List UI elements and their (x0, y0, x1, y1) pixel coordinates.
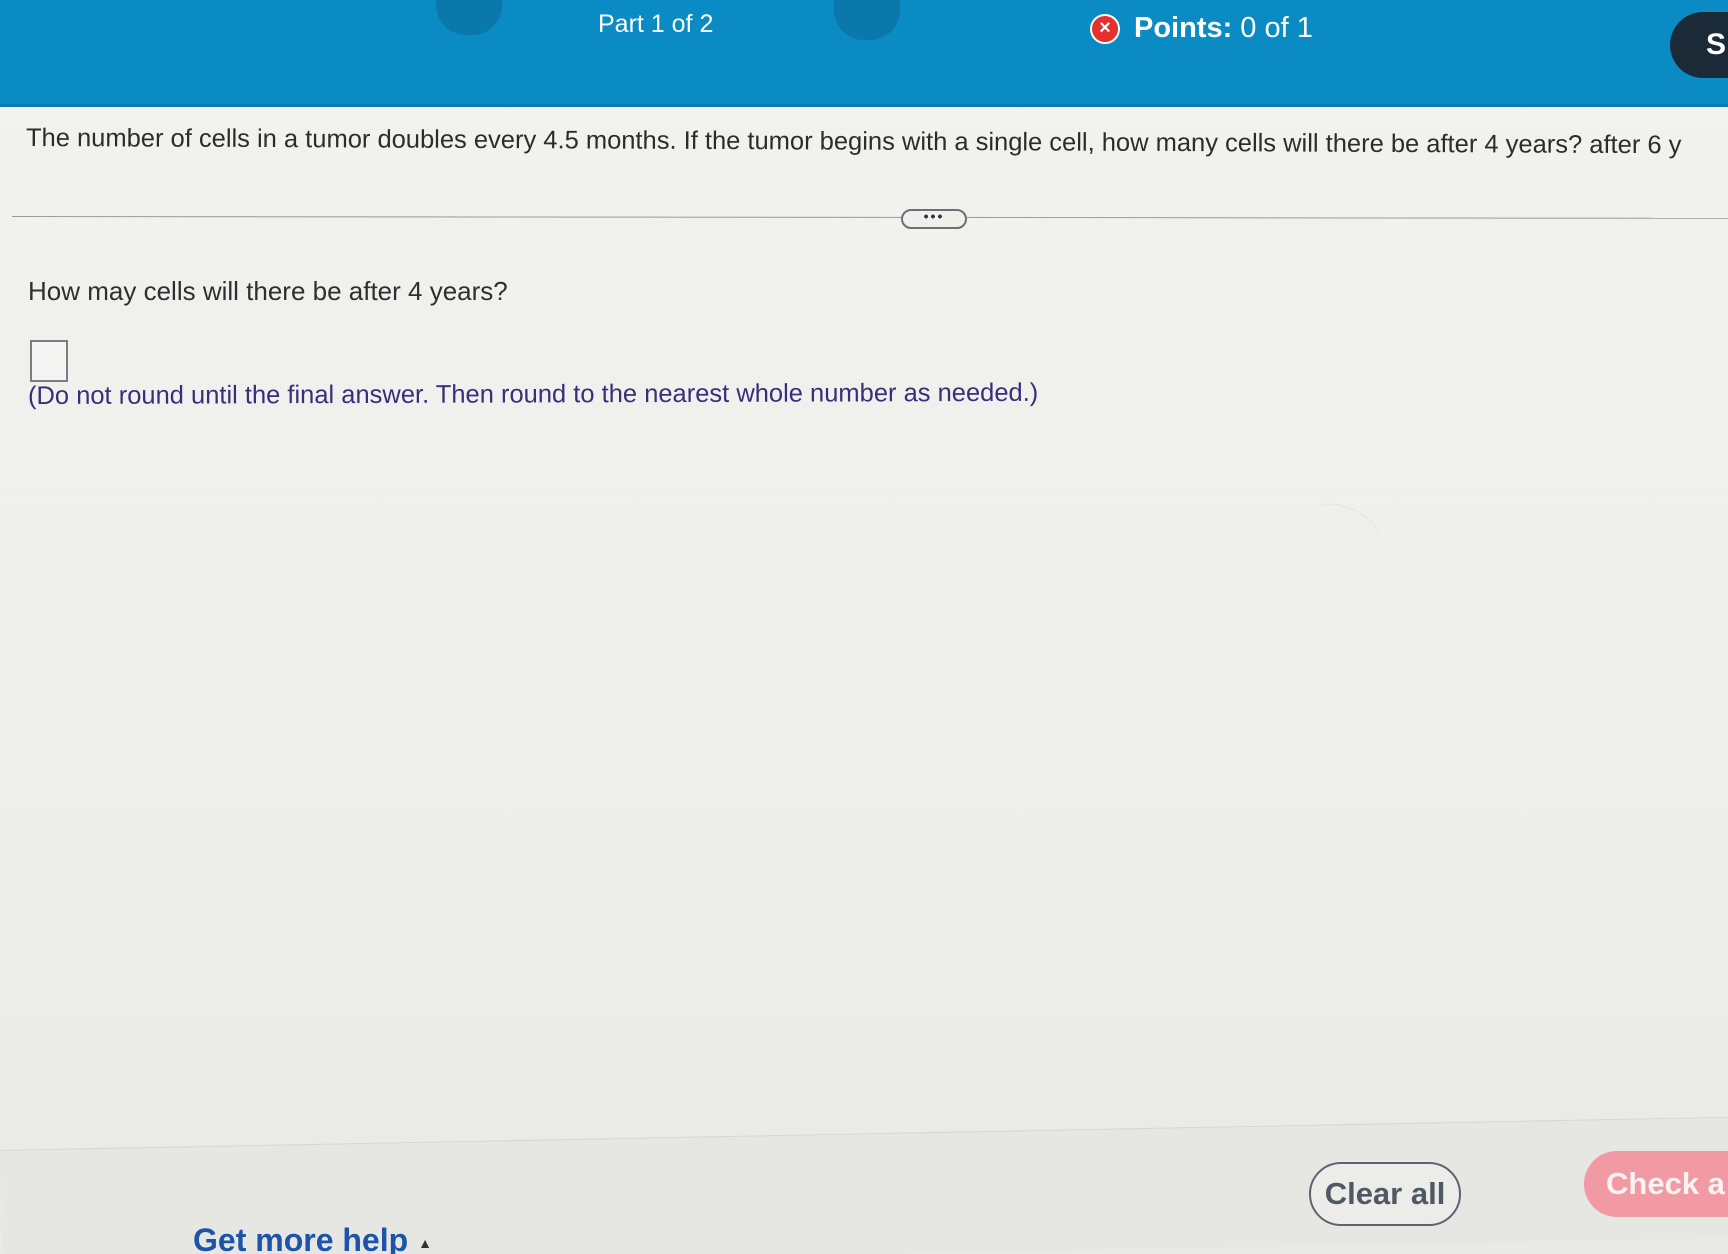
part-label: Part 1 of 2 (598, 10, 714, 38)
points-label: Points: (1134, 12, 1233, 44)
get-more-help-label: Get more help (193, 1222, 409, 1254)
chevron-right-icon: › (862, 0, 871, 6)
screen-glare (1292, 489, 1388, 572)
page: ‹ Part 1 of 2 › × Points: 0 of 1 S The n… (0, 0, 1728, 1254)
previous-question-button[interactable]: ‹ (436, 0, 502, 35)
clear-all-button[interactable]: Clear all (1309, 1162, 1461, 1226)
question-text: The number of cells in a tumor doubles e… (25, 124, 1682, 160)
subquestion-text: How may cells will there be after 4 year… (28, 276, 508, 306)
rounding-instructions: (Do not round until the final answer. Th… (27, 378, 1039, 410)
incorrect-icon: × (1090, 13, 1120, 44)
check-answer-button[interactable]: Check a (1584, 1151, 1728, 1217)
points-status: × Points: 0 of 1 (1090, 12, 1313, 45)
header-bar: ‹ Part 1 of 2 › × Points: 0 of 1 S (0, 0, 1728, 107)
chevron-left-icon: ‹ (464, 0, 473, 4)
answer-input[interactable] (30, 340, 68, 382)
section-divider (11, 216, 1728, 219)
next-question-button[interactable]: › (834, 0, 900, 40)
get-more-help-link[interactable]: Get more help ▲ (193, 1222, 432, 1254)
points-value: 0 of 1 (1240, 12, 1313, 44)
expand-question-button[interactable]: ••• (901, 209, 967, 229)
save-button[interactable]: S (1670, 12, 1728, 78)
caret-up-icon: ▲ (418, 1234, 433, 1251)
